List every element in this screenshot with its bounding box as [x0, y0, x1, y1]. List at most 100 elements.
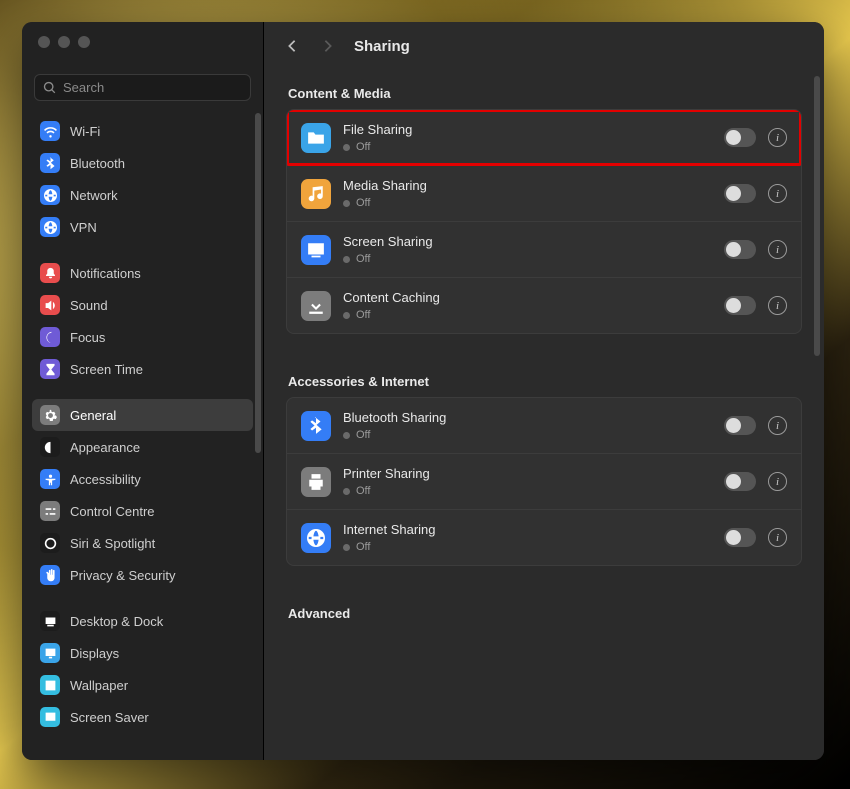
sidebar-item-siri-spotlight[interactable]: Siri & Spotlight [32, 527, 253, 559]
sidebar-item-bluetooth[interactable]: Bluetooth [32, 147, 253, 179]
sidebar-item-network[interactable]: Network [32, 179, 253, 211]
sidebar-item-screen-time[interactable]: Screen Time [32, 353, 253, 385]
sidebar-item-notifications[interactable]: Notifications [32, 257, 253, 289]
sidebar-item-general[interactable]: General [32, 399, 253, 431]
status-label: Off [356, 541, 370, 553]
sidebar-item-displays[interactable]: Displays [32, 637, 253, 669]
sliders-icon [40, 501, 60, 521]
forward-button[interactable] [318, 36, 338, 56]
setting-label: File Sharing [343, 122, 712, 137]
toggle-content-caching[interactable] [724, 296, 756, 315]
sidebar: Wi-Fi Bluetooth Network VPN Notifications Sou… [22, 22, 264, 760]
info-button-screen-sharing[interactable]: i [768, 240, 787, 259]
hourglass-icon [40, 359, 60, 379]
sidebar-item-label: Displays [70, 646, 119, 661]
status-label: Off [356, 485, 370, 497]
setting-label: Media Sharing [343, 178, 712, 193]
setting-row-content-caching: Content CachingOffi [287, 277, 801, 333]
status-label: Off [356, 141, 370, 153]
sidebar-item-label: Sound [70, 298, 108, 313]
sidebar-item-label: Wi-Fi [70, 124, 100, 139]
screensaver-icon [40, 707, 60, 727]
toggle-bluetooth-sharing[interactable] [724, 416, 756, 435]
content-area: Content & MediaFile SharingOffiMedia Sha… [264, 70, 824, 760]
bell-icon [40, 263, 60, 283]
toggle-printer-sharing[interactable] [724, 472, 756, 491]
sidebar-list: Wi-Fi Bluetooth Network VPN Notifications Sou… [22, 109, 263, 760]
toggle-screen-sharing[interactable] [724, 240, 756, 259]
settings-panel: Bluetooth SharingOffiPrinter SharingOffi… [286, 397, 802, 566]
sidebar-item-label: Wallpaper [70, 678, 128, 693]
globe-icon [40, 185, 60, 205]
screen-icon [301, 235, 331, 265]
info-button-media-sharing[interactable]: i [768, 184, 787, 203]
sidebar-item-privacy-security[interactable]: Privacy & Security [32, 559, 253, 591]
sidebar-item-label: Control Centre [70, 504, 155, 519]
sidebar-item-label: Network [70, 188, 118, 203]
info-button-content-caching[interactable]: i [768, 296, 787, 315]
sidebar-item-label: Accessibility [70, 472, 141, 487]
window-controls [22, 22, 263, 62]
section-title: Advanced [288, 606, 802, 621]
gear-icon [40, 405, 60, 425]
setting-row-media-sharing: Media SharingOffi [287, 165, 801, 221]
status-dot [343, 200, 350, 207]
section-title: Accessories & Internet [288, 374, 802, 389]
setting-row-file-sharing: File Sharing Off i [287, 110, 801, 165]
status-dot [343, 432, 350, 439]
sidebar-item-label: Bluetooth [70, 156, 125, 171]
chevron-right-icon [322, 39, 334, 53]
sidebar-item-wallpaper[interactable]: Wallpaper [32, 669, 253, 701]
sidebar-item-wi-fi[interactable]: Wi-Fi [32, 115, 253, 147]
sidebar-item-accessibility[interactable]: Accessibility [32, 463, 253, 495]
sidebar-item-screen-saver[interactable]: Screen Saver [32, 701, 253, 733]
info-button-bluetooth-sharing[interactable]: i [768, 416, 787, 435]
globe-icon [40, 217, 60, 237]
info-button-internet-sharing[interactable]: i [768, 528, 787, 547]
toggle-internet-sharing[interactable] [724, 528, 756, 547]
search-input[interactable] [63, 80, 242, 95]
sidebar-item-desktop-dock[interactable]: Desktop & Dock [32, 605, 253, 637]
moon-icon [40, 327, 60, 347]
setting-row-printer-sharing: Printer Sharing Off i [287, 453, 801, 509]
status-dot [343, 256, 350, 263]
hand-icon [40, 565, 60, 585]
sidebar-item-sound[interactable]: Sound [32, 289, 253, 321]
setting-label: Bluetooth Sharing [343, 410, 712, 425]
back-button[interactable] [282, 36, 302, 56]
appearance-icon [40, 437, 60, 457]
toggle-file-sharing[interactable] [724, 128, 756, 147]
setting-row-bluetooth-sharing: Bluetooth SharingOffi [287, 398, 801, 453]
globe-icon [301, 523, 331, 553]
search-icon [43, 81, 57, 95]
search-field[interactable] [34, 74, 251, 101]
accessibility-icon [40, 469, 60, 489]
info-button-printer-sharing[interactable]: i [768, 472, 787, 491]
minimize-window-button[interactable] [58, 36, 70, 48]
setting-label: Printer Sharing [343, 466, 712, 481]
setting-label: Screen Sharing [343, 234, 712, 249]
folder-icon [301, 123, 331, 153]
siri-icon [40, 533, 60, 553]
wallpaper-icon [40, 675, 60, 695]
main-pane: Sharing Content & MediaFile SharingOffiM… [264, 22, 824, 760]
sound-icon [40, 295, 60, 315]
sidebar-item-vpn[interactable]: VPN [32, 211, 253, 243]
sidebar-item-label: Siri & Spotlight [70, 536, 155, 551]
toggle-media-sharing[interactable] [724, 184, 756, 203]
sidebar-item-label: Screen Saver [70, 710, 149, 725]
sidebar-item-focus[interactable]: Focus [32, 321, 253, 353]
wifi-icon [40, 121, 60, 141]
status-dot [343, 544, 350, 551]
download-icon [301, 291, 331, 321]
zoom-window-button[interactable] [78, 36, 90, 48]
toolbar: Sharing [264, 22, 824, 70]
info-button-file-sharing[interactable]: i [768, 128, 787, 147]
section-title: Content & Media [288, 86, 802, 101]
status-dot [343, 144, 350, 151]
status-dot [343, 488, 350, 495]
chevron-left-icon [286, 39, 298, 53]
sidebar-item-appearance[interactable]: Appearance [32, 431, 253, 463]
sidebar-item-control-centre[interactable]: Control Centre [32, 495, 253, 527]
close-window-button[interactable] [38, 36, 50, 48]
